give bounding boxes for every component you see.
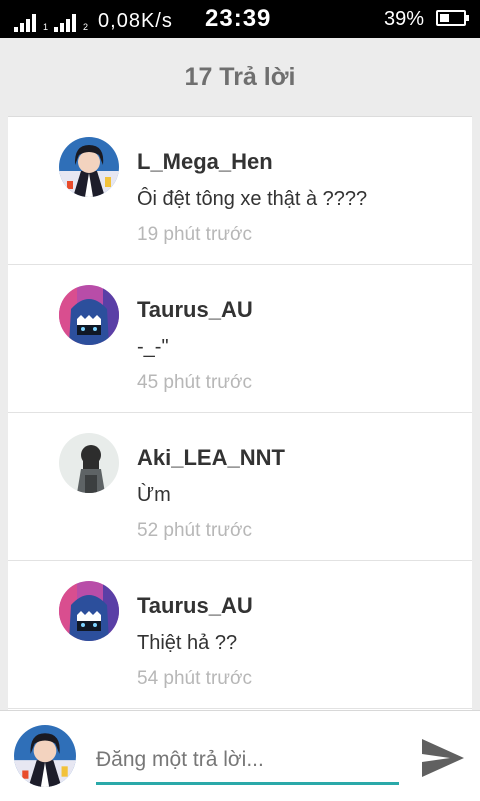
send-icon (422, 739, 464, 777)
status-bar: 1 2 0,08K/s 23:39 39% (0, 0, 480, 38)
avatar[interactable] (59, 285, 119, 345)
anime-avatar-1-icon (59, 137, 119, 197)
reply-input[interactable] (96, 737, 399, 785)
girl-avatar-icon (59, 433, 119, 493)
timestamp: 54 phút trước (137, 668, 252, 689)
message-text: Ôi đệt tông xe thật à ???? (137, 188, 368, 210)
my-avatar (14, 725, 76, 787)
battery-percent: 39% (384, 8, 425, 30)
username[interactable]: Taurus_AU (137, 593, 253, 619)
username[interactable]: L_Mega_Hen (137, 149, 273, 175)
reply-item[interactable]: Taurus_AU Thiệt hả ?? 54 phút trước (8, 561, 472, 709)
timestamp: 19 phút trước (137, 224, 252, 245)
reply-list[interactable]: L_Mega_Hen Ôi đệt tông xe thật à ???? 19… (8, 116, 472, 711)
message-text: -_-" (137, 336, 169, 358)
shark-hoodie-avatar-icon (59, 285, 119, 345)
avatar[interactable] (59, 581, 119, 641)
username[interactable]: Aki_LEA_NNT (137, 445, 285, 471)
anime-avatar-1-icon (14, 725, 76, 787)
network-speed: 0,08K/s (98, 10, 173, 32)
timestamp: 45 phút trước (137, 372, 252, 393)
page-title: 17 Trả lời (184, 62, 296, 91)
message-text: Ừm (137, 484, 171, 506)
header: 17 Trả lời (0, 38, 480, 116)
sim1-label: 1 (43, 22, 49, 32)
username[interactable]: Taurus_AU (137, 297, 253, 323)
sim2-label: 2 (83, 22, 89, 32)
send-button[interactable] (420, 737, 466, 779)
timestamp: 52 phút trước (137, 520, 252, 541)
clock: 23:39 (205, 5, 272, 32)
signal-icon-1 (14, 14, 36, 32)
signal-icon-2 (54, 14, 77, 32)
battery-icon (436, 10, 469, 26)
shark-hoodie-avatar-icon (59, 581, 119, 641)
message-text: Thiệt hả ?? (137, 632, 238, 654)
reply-item[interactable]: Aki_LEA_NNT Ừm 52 phút trước (8, 413, 472, 561)
reply-composer (0, 710, 480, 801)
reply-item[interactable]: Taurus_AU -_-" 45 phút trước (8, 265, 472, 413)
avatar[interactable] (59, 137, 119, 197)
reply-item[interactable]: L_Mega_Hen Ôi đệt tông xe thật à ???? 19… (8, 117, 472, 265)
avatar[interactable] (59, 433, 119, 493)
